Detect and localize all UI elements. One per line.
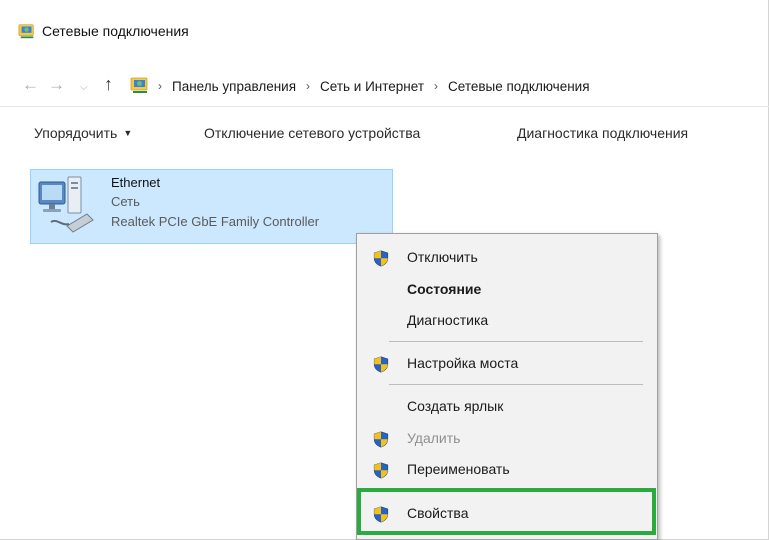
title-bar: Сетевые подключения [18, 20, 189, 42]
navigation-bar: ← → ⌵ ↑ › Панель управления › Сеть и Инт… [0, 68, 769, 104]
uac-shield-icon [373, 462, 389, 479]
menu-item-label: Настройка моста [407, 355, 519, 371]
uac-shield-icon [373, 431, 389, 448]
breadcrumb-control-panel[interactable]: Панель управления [172, 79, 296, 94]
breadcrumb-network-internet[interactable]: Сеть и Интернет [320, 79, 424, 94]
forward-arrow-icon[interactable]: → [48, 74, 65, 96]
diagnose-connection-button[interactable]: Диагностика подключения [517, 125, 688, 141]
connection-name: Ethernet [111, 175, 161, 190]
dropdown-caret-icon: ▼ [123, 128, 133, 138]
back-arrow-icon[interactable]: ← [22, 74, 39, 96]
breadcrumb-separator[interactable]: › [434, 79, 438, 93]
menu-item-label: Свойства [407, 505, 469, 521]
menu-item-properties[interactable]: Свойства [357, 500, 657, 528]
uac-shield-icon [373, 356, 389, 373]
breadcrumb: › Панель управления › Сеть и Интернет › … [158, 75, 590, 97]
menu-item-label: Отключить [407, 249, 478, 265]
disable-device-button[interactable]: Отключение сетевого устройства [204, 125, 420, 141]
menu-separator [389, 341, 643, 342]
connection-network: Сеть [111, 194, 140, 209]
network-adapter-icon [38, 176, 94, 233]
menu-item-label: Создать ярлык [407, 398, 504, 414]
connection-adapter: Realtek PCIe GbE Family Controller [111, 214, 320, 229]
menu-item-label: Состояние [407, 281, 482, 297]
recent-locations-chevron-icon[interactable]: ⌵ [80, 77, 88, 99]
menu-item-delete[interactable]: Удалить [357, 425, 657, 453]
menu-item-create-shortcut[interactable]: Создать ярлык [357, 393, 657, 421]
breadcrumb-separator[interactable]: › [306, 79, 310, 93]
menu-item-diagnostics[interactable]: Диагностика [357, 307, 657, 335]
uac-shield-icon [373, 506, 389, 523]
uac-shield-icon [373, 250, 389, 267]
menu-item-status[interactable]: Состояние [357, 276, 657, 304]
control-panel-icon [130, 75, 150, 95]
context-menu: Отключить Состояние Диагностика Настройк… [356, 233, 658, 540]
network-connections-icon [18, 22, 36, 40]
menu-item-label: Диагностика [407, 312, 489, 328]
menu-item-rename[interactable]: Переименовать [357, 456, 657, 484]
menu-separator [389, 490, 643, 491]
window-title: Сетевые подключения [42, 23, 189, 39]
organize-label: Упорядочить [34, 125, 118, 141]
command-bar: Упорядочить ▼ Отключение сетевого устройс… [0, 119, 769, 151]
organize-button[interactable]: Упорядочить ▼ [34, 125, 132, 141]
divider [0, 106, 769, 107]
ethernet-connection-tile[interactable]: Ethernet Сеть Realtek PCIe GbE Family Co… [30, 169, 393, 244]
breadcrumb-separator[interactable]: › [158, 79, 162, 93]
breadcrumb-network-connections[interactable]: Сетевые подключения [448, 79, 590, 94]
menu-item-bridge[interactable]: Настройка моста [357, 350, 657, 378]
menu-item-label: Удалить [407, 430, 461, 446]
up-arrow-icon[interactable]: ↑ [104, 73, 113, 95]
menu-item-disable[interactable]: Отключить [357, 244, 657, 272]
menu-item-label: Переименовать [407, 461, 510, 477]
menu-separator [389, 384, 643, 385]
